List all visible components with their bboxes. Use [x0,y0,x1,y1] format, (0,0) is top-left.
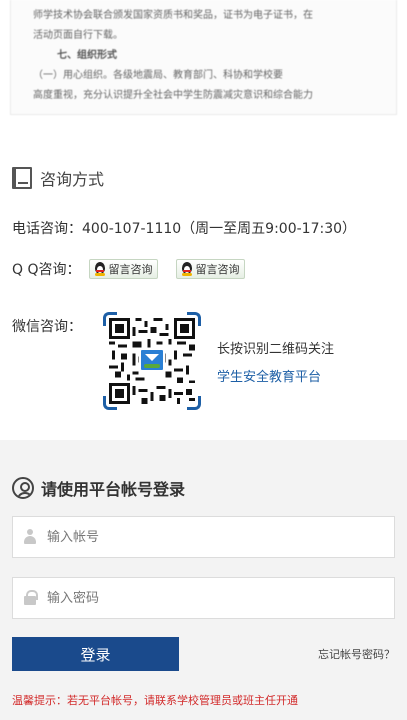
qr-scan-tip: 长按识别二维码关注 [217,342,335,357]
qq-consult-row: Q Q咨询： 留言咨询 留言咨询 [12,259,245,279]
contact-section-title: 咨询方式 [12,166,104,190]
qq-penguin-icon [94,262,106,276]
doc-line: 师学技术协会联合颁发国家资质书和奖品，证书为电子证书，在 [33,10,313,21]
platform-logo-icon [139,348,165,372]
doc-line: （一）用心组织。各级地震局、教育部门、科协和学校要 [33,70,283,81]
login-button[interactable]: 登录 [12,637,179,671]
password-input[interactable] [37,578,394,618]
account-field[interactable] [12,516,395,558]
account-input[interactable] [37,517,394,557]
qq-message-button[interactable]: 留言咨询 [175,259,245,279]
wechat-qr-code[interactable] [103,312,201,410]
login-tip: 温馨提示：若无平台帐号，请联系学校管理员或班主任开通 [12,694,298,707]
wechat-label: 微信咨询： [12,319,82,335]
forgot-password-link[interactable]: 忘记帐号密码？ [318,646,395,662]
qq-penguin-icon [181,262,193,276]
doc-line: 七、组织形式 [57,50,117,61]
doc-line: 高度重视，充分认识提升全社会中学生防震减灾意识和综合能力 [33,90,313,101]
password-field[interactable] [12,577,395,619]
book-icon [12,167,32,189]
doc-line: 活动页面自行下载。 [33,30,123,41]
lock-icon [23,590,38,606]
qr-account-name: 学生安全教育平台 [217,370,322,385]
login-title: 请使用平台帐号登录 [12,476,185,500]
qq-button-label: 留言咨询 [108,263,153,276]
qq-button-label: 留言咨询 [195,263,240,276]
person-icon [23,529,37,545]
qq-message-button[interactable]: 留言咨询 [88,259,158,279]
login-title-text: 请使用平台帐号登录 [41,480,186,499]
document-snippet: 师学技术协会联合颁发国家资质书和奖品，证书为电子证书，在 活动页面自行下载。 七… [10,0,397,115]
phone-consult: 电话咨询：400-107-1110（周一至周五9:00-17:30） [12,221,357,237]
user-circle-icon [12,477,34,499]
contact-title-text: 咨询方式 [40,170,105,189]
qq-label: Q Q咨询： [12,262,81,278]
